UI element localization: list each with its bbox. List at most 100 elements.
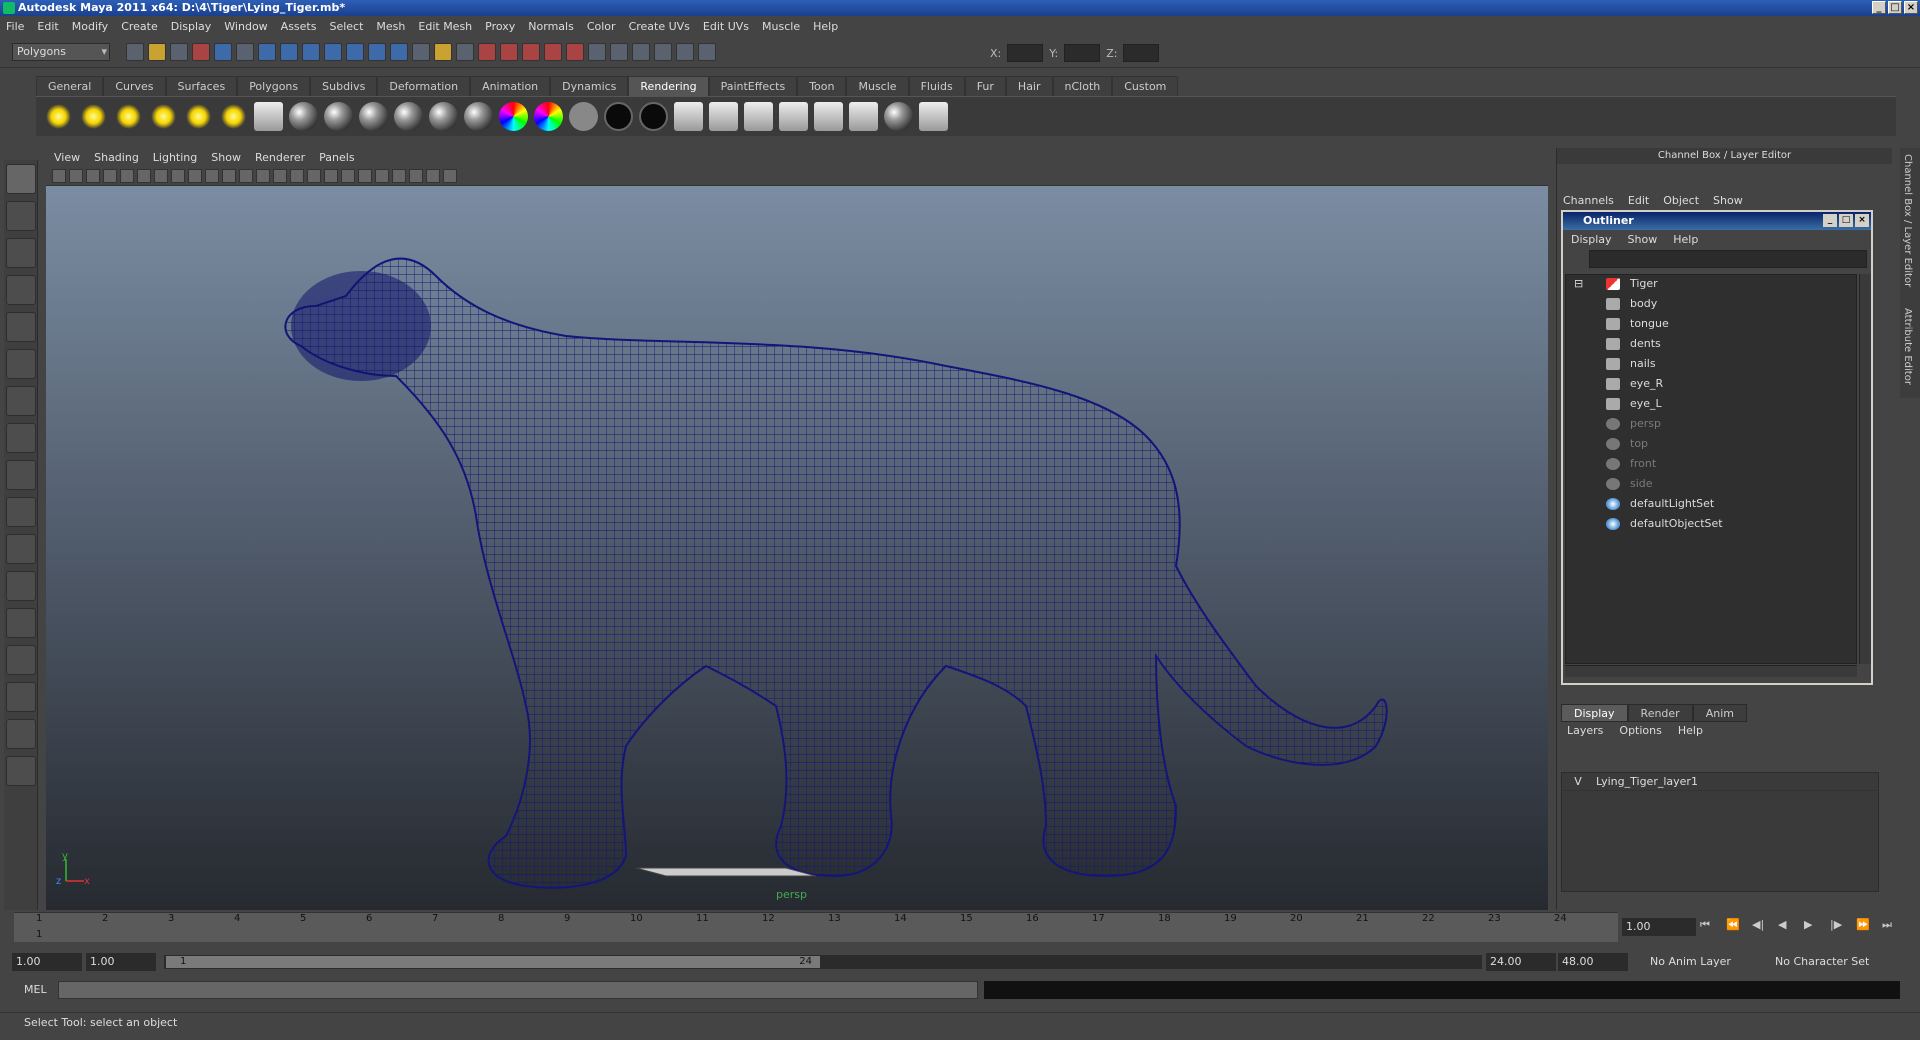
layers-menu[interactable]: Layers xyxy=(1567,724,1603,737)
persp-graph-outliner-layout-icon[interactable] xyxy=(5,719,36,749)
batch-render-icon[interactable] xyxy=(674,102,703,131)
viewport-menu-renderer[interactable]: Renderer xyxy=(255,151,305,164)
side-tab-attribute-editor[interactable]: Attribute Editor xyxy=(1902,308,1913,385)
outliner-item-top[interactable]: top xyxy=(1606,435,1648,453)
textured-icon[interactable] xyxy=(324,168,338,183)
phonge-material-icon[interactable] xyxy=(464,102,493,131)
play-forwards-button[interactable]: ▶ xyxy=(1804,918,1822,934)
universal-manipulator-icon[interactable] xyxy=(5,386,36,416)
shelf-tab-surfaces[interactable]: Surfaces xyxy=(165,76,238,96)
layer-row[interactable]: V Lying_Tiger_layer1 xyxy=(1562,773,1878,791)
outliner-item-defaultobjectset[interactable]: defaultObjectSet xyxy=(1606,515,1723,533)
menu-mesh[interactable]: Mesh xyxy=(376,20,405,33)
ramp-shader-icon[interactable] xyxy=(499,102,528,131)
camera-attributes-icon[interactable] xyxy=(69,168,83,183)
menu-edit-uvs[interactable]: Edit UVs xyxy=(703,20,749,33)
play-backwards-button[interactable]: ◀ xyxy=(1778,918,1796,934)
select-misc-icon[interactable] xyxy=(412,43,430,61)
history-icon[interactable] xyxy=(588,43,606,61)
shelf-tab-custom[interactable]: Custom xyxy=(1112,76,1179,96)
shelf-tab-subdivs[interactable]: Subdivs xyxy=(310,76,378,96)
show-manipulator-icon[interactable] xyxy=(5,460,36,490)
menu-edit[interactable]: Edit xyxy=(37,20,58,33)
persp-hypershade-layout-icon[interactable] xyxy=(5,682,36,712)
select-camera-icon[interactable] xyxy=(52,168,66,183)
perspective-viewport[interactable]: persp y x z xyxy=(46,186,1548,910)
2d-pan-zoom-icon[interactable] xyxy=(120,168,134,183)
select-component-icon[interactable] xyxy=(236,43,254,61)
surface-shader-icon[interactable] xyxy=(569,102,598,131)
menu-create-uvs[interactable]: Create UVs xyxy=(629,20,690,33)
blinn-material-icon[interactable] xyxy=(324,102,353,131)
snap-view-plane-icon[interactable] xyxy=(544,43,562,61)
menu-modify[interactable]: Modify xyxy=(72,20,108,33)
layer-tab-render[interactable]: Render xyxy=(1627,704,1693,722)
menu-window[interactable]: Window xyxy=(224,20,267,33)
lasso-tool-icon[interactable] xyxy=(5,201,36,231)
select-deformations-icon[interactable] xyxy=(346,43,364,61)
shelf-tab-general[interactable]: General xyxy=(36,76,104,96)
smooth-shade-icon[interactable] xyxy=(290,168,304,183)
lock-selection-icon[interactable] xyxy=(434,43,452,61)
bookmarks-icon[interactable] xyxy=(86,168,100,183)
grid-icon[interactable] xyxy=(154,168,168,183)
go-to-start-button[interactable]: ⏮ xyxy=(1700,918,1718,934)
render-view-icon[interactable] xyxy=(610,43,628,61)
anim-layer-dropdown[interactable]: No Anim Layer xyxy=(1650,953,1731,971)
soft-mod-tool-icon[interactable] xyxy=(5,423,36,453)
ipr-render-icon[interactable] xyxy=(654,43,672,61)
step-back-frame-button[interactable]: ◀| xyxy=(1752,918,1770,934)
wireframe-icon[interactable] xyxy=(273,168,287,183)
film-gate-icon[interactable] xyxy=(171,168,185,183)
select-tool-icon[interactable] xyxy=(5,164,36,194)
select-joints-icon[interactable] xyxy=(280,43,298,61)
outliner-item-eye-r[interactable]: eye_R xyxy=(1606,375,1663,393)
move-tool-icon[interactable] xyxy=(5,275,36,305)
save-scene-icon[interactable] xyxy=(170,43,188,61)
snap-grid-icon[interactable] xyxy=(478,43,496,61)
playback-start-field[interactable]: 1.00 xyxy=(86,953,156,971)
last-tool-icon[interactable] xyxy=(5,497,36,527)
outliner-horizontal-scrollbar[interactable] xyxy=(1565,665,1857,677)
outliner-menu-display[interactable]: Display xyxy=(1571,233,1612,246)
playback-end-field[interactable]: 24.00 xyxy=(1486,953,1556,971)
make-live-icon[interactable] xyxy=(566,43,584,61)
shelf-tab-polygons[interactable]: Polygons xyxy=(237,76,311,96)
shelf-tab-animation[interactable]: Animation xyxy=(470,76,551,96)
outliner-collapse-toggle[interactable]: ⊟ xyxy=(1574,275,1583,293)
step-forward-frame-button[interactable]: |▶ xyxy=(1830,918,1848,934)
outliner-filter-field[interactable] xyxy=(1589,250,1867,268)
range-slider[interactable]: 1 24 xyxy=(164,955,1482,969)
directional-light-icon[interactable] xyxy=(79,102,108,131)
paint-select-tool-icon[interactable] xyxy=(5,238,36,268)
snap-curve-icon[interactable] xyxy=(500,43,518,61)
resolution-gate-icon[interactable] xyxy=(188,168,202,183)
menu-file[interactable]: File xyxy=(6,20,24,33)
maximize-button[interactable]: □ xyxy=(1888,1,1902,14)
outliner-item-dents[interactable]: dents xyxy=(1606,335,1661,353)
use-all-lights-icon[interactable] xyxy=(341,168,355,183)
isolate-select-icon[interactable] xyxy=(392,168,406,183)
numeric-input-y[interactable] xyxy=(1064,44,1101,62)
shelf-tab-curves[interactable]: Curves xyxy=(103,76,166,96)
viewport-menu-show[interactable]: Show xyxy=(211,151,241,164)
close-button[interactable]: × xyxy=(1904,1,1918,14)
outliner-menu-help[interactable]: Help xyxy=(1673,233,1698,246)
select-hierarchy-icon[interactable] xyxy=(192,43,210,61)
channels-menu[interactable]: Channels xyxy=(1563,194,1614,207)
grease-pencil-icon[interactable] xyxy=(137,168,151,183)
select-object-icon[interactable] xyxy=(214,43,232,61)
outliner-item-tiger[interactable]: Tiger xyxy=(1606,275,1658,293)
character-set-dropdown[interactable]: No Character Set xyxy=(1775,953,1869,971)
shelf-tab-dynamics[interactable]: Dynamics xyxy=(550,76,629,96)
volume-light-icon[interactable] xyxy=(219,102,248,131)
object-menu[interactable]: Object xyxy=(1663,194,1699,207)
ambient-light-icon[interactable] xyxy=(44,102,73,131)
menu-set-dropdown[interactable]: Polygons ▾ xyxy=(12,43,110,61)
numeric-input-x[interactable] xyxy=(1007,44,1044,62)
spot-light-icon[interactable] xyxy=(149,102,178,131)
outliner-item-body[interactable]: body xyxy=(1606,295,1657,313)
outliner-item-side[interactable]: side xyxy=(1606,475,1653,493)
select-dynamics-icon[interactable] xyxy=(368,43,386,61)
persp-graph-layout-icon[interactable] xyxy=(5,645,36,675)
